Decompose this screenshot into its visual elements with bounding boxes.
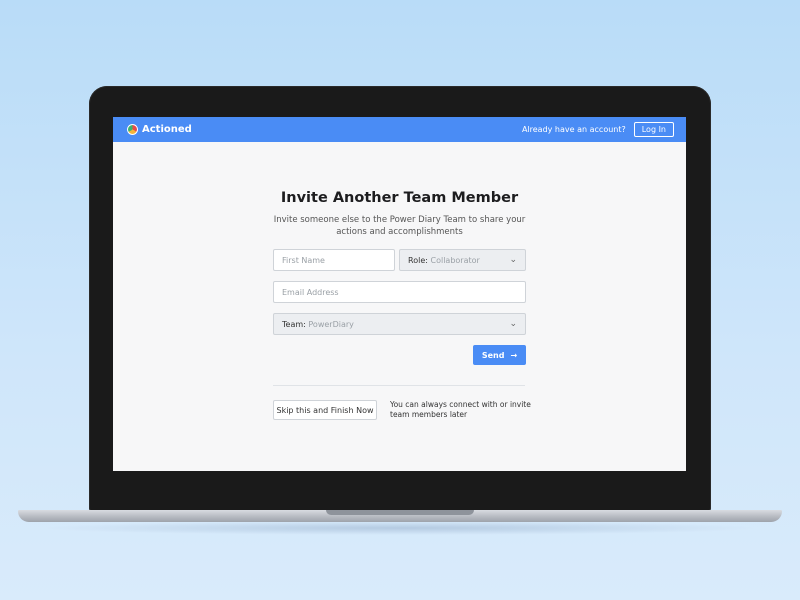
- page-subtitle: Invite someone else to the Power Diary T…: [273, 215, 526, 237]
- invite-later-hint: You can always connect with or invite te…: [390, 400, 531, 419]
- team-select-text: Team: PowerDiary: [282, 320, 354, 329]
- arrow-right-icon: →: [510, 350, 518, 360]
- page-title: Invite Another Team Member: [280, 190, 519, 206]
- brand-logo[interactable]: Actioned: [127, 124, 192, 135]
- role-value: Collaborator: [430, 255, 480, 265]
- first-name-placeholder: First Name: [282, 255, 325, 265]
- send-button[interactable]: Send →: [473, 345, 526, 365]
- laptop-notch: [326, 510, 474, 515]
- email-input[interactable]: Email Address: [273, 281, 526, 303]
- login-button[interactable]: Log In: [633, 122, 674, 137]
- team-value: PowerDiary: [308, 319, 354, 329]
- brand-name: Actioned: [142, 124, 192, 135]
- actioned-logo-icon: [127, 124, 138, 135]
- laptop-shadow: [40, 521, 760, 535]
- role-label: Role:: [408, 255, 428, 265]
- chevron-down-icon: ⌄: [509, 255, 517, 265]
- chevron-down-icon: ⌄: [509, 319, 517, 329]
- already-have-account-text: Already have an account?: [521, 125, 626, 134]
- role-select[interactable]: Role: Collaborator ⌄: [399, 249, 526, 271]
- app-header: Actioned Already have an account? Log In: [113, 117, 686, 142]
- send-label: Send: [481, 350, 505, 360]
- header-right: Already have an account? Log In: [522, 122, 674, 137]
- skip-finish-button[interactable]: Skip this and Finish Now: [273, 400, 377, 420]
- first-name-input[interactable]: First Name: [273, 249, 395, 271]
- team-label: Team:: [282, 319, 306, 329]
- divider: [273, 385, 525, 386]
- role-select-text: Role: Collaborator: [408, 256, 480, 265]
- app-screen: Actioned Already have an account? Log In…: [113, 117, 686, 471]
- email-placeholder: Email Address: [282, 287, 339, 297]
- team-select[interactable]: Team: PowerDiary ⌄: [273, 313, 526, 335]
